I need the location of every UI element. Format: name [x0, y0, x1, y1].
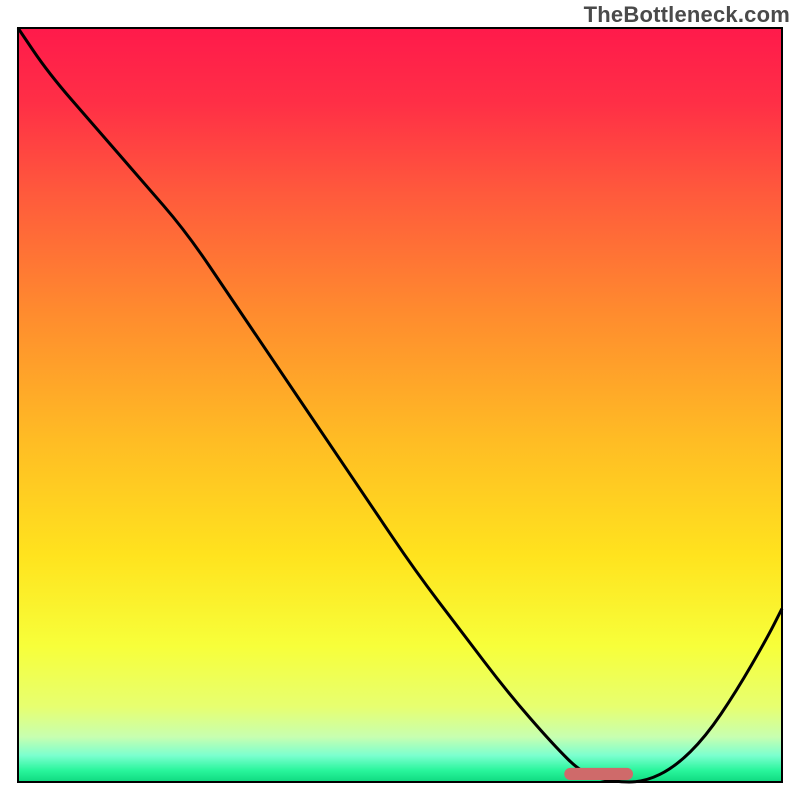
chart-container: TheBottleneck.com [0, 0, 800, 800]
bottleneck-chart [0, 0, 800, 800]
plot-background [18, 28, 782, 782]
ideal-marker [564, 768, 633, 780]
